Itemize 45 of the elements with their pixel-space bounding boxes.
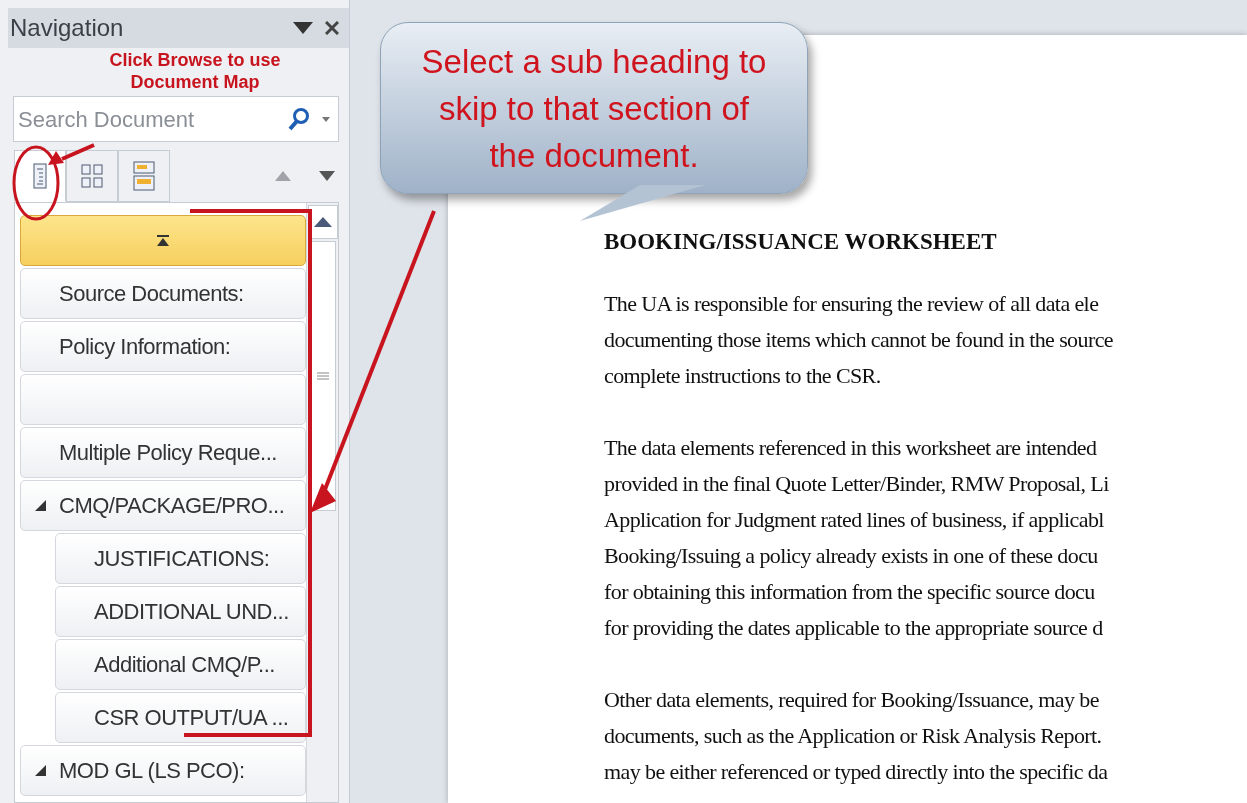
heading-item[interactable]: CSR OUTPUT/UA ... — [55, 692, 306, 743]
up-arrow-icon — [313, 217, 332, 227]
grip-icon — [316, 372, 329, 380]
text-line: complete instructions to the CSR. — [604, 361, 881, 390]
search-field[interactable]: Search Document — [13, 96, 339, 142]
text-line: Other data elements, required for Booking/Issuance, may be — [604, 685, 1099, 714]
text-line: Application for Judgment rated lines of business, if applicabl — [604, 505, 1104, 534]
expanded-triangle-icon[interactable] — [34, 765, 46, 776]
callout-text: Select a sub heading to — [421, 41, 767, 82]
heading-item[interactable]: CMQ/PACKAGE/PRO... — [20, 480, 306, 531]
document-heading: BOOKING/ISSUANCE WORKSHEET — [604, 228, 998, 256]
heading-item[interactable]: JUSTIFICATIONS: — [55, 533, 306, 584]
heading-item[interactable]: ADDITIONAL UND... — [55, 586, 306, 637]
text-line: documenting those items which cannot be found in the source — [604, 325, 1113, 354]
heading-item[interactable]: Source Documents: — [20, 268, 306, 319]
text-line: The data elements referenced in this worksheet are intended — [604, 433, 1097, 462]
results-list-icon — [133, 161, 155, 191]
heading-item[interactable]: Additional CMQ/P... — [55, 639, 306, 690]
text-line: provided in the final Quote Letter/Binder, RMW Proposal, Li — [604, 469, 1109, 498]
heading-item[interactable]: Policy Information: — [20, 321, 306, 372]
callout-text: the document. — [489, 135, 699, 176]
annotation-arrow — [46, 143, 96, 167]
note-text: Document Map — [130, 71, 260, 93]
pane-title: Navigation — [9, 13, 124, 43]
note-text: Click Browse to use — [109, 49, 281, 71]
close-icon[interactable] — [325, 21, 339, 35]
text-line: Booking/Issuing a policy already exists in one of these docu — [604, 541, 1098, 570]
text-line: for providing the dates applicable to the appropriate source d — [604, 613, 1103, 642]
expanded-triangle-icon[interactable] — [34, 500, 46, 511]
text-line: may be either referenced or typed directly into the specific da — [604, 757, 1108, 786]
caret-icon[interactable] — [322, 116, 330, 122]
text-line: documents, such as the Application or Risk Analysis Report. — [604, 721, 1102, 750]
thumbnails-icon — [81, 164, 103, 188]
heading-item[interactable]: Multiple Policy Reque... — [20, 427, 306, 478]
callout-text: skip to that section of — [439, 88, 749, 129]
document-icon — [33, 163, 47, 189]
search-input[interactable]: Search Document — [18, 102, 288, 136]
search-icon[interactable] — [288, 107, 310, 131]
heading-item[interactable]: MOD GL (LS PCO): — [20, 745, 306, 796]
text-line: The UA is responsible for ensuring the review of all data ele — [604, 289, 1099, 318]
dropdown-arrow-icon[interactable] — [293, 22, 313, 34]
view-tab[interactable] — [66, 150, 118, 202]
next-arrow-icon[interactable] — [319, 171, 335, 181]
text-line: for obtaining this information from the specific source docu — [604, 577, 1095, 606]
jump-to-top-icon — [157, 235, 169, 246]
